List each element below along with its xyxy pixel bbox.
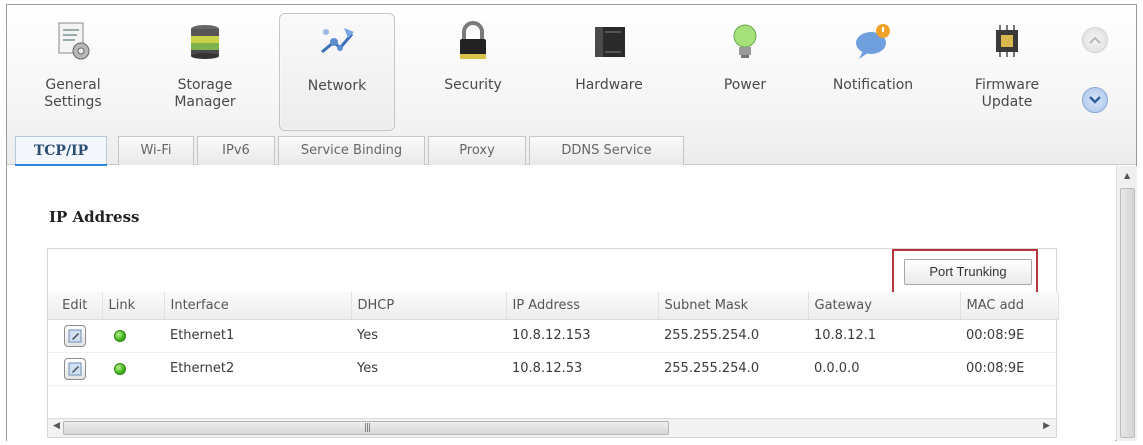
table-row: Ethernet1 Yes 10.8.12.153 255.255.254.0 … (48, 319, 1058, 353)
gateway-cell: 10.8.12.1 (808, 319, 960, 353)
tab-ipv6[interactable]: IPv6 (197, 136, 275, 165)
column-header-ip-address[interactable]: IP Address (506, 292, 659, 320)
column-header-interface[interactable]: Interface (164, 292, 352, 320)
tab-tcp-ip[interactable]: TCP/IP (15, 136, 107, 168)
toolbar-label: Hardware (575, 77, 643, 93)
dhcp-cell: Yes (351, 352, 506, 386)
horizontal-scrollbar[interactable]: ◀ ||| ▶ (48, 418, 1056, 437)
column-header-gateway[interactable]: Gateway (808, 292, 961, 320)
toolbar-scroll-up-button[interactable] (1082, 27, 1108, 53)
pencil-icon (68, 362, 82, 375)
dhcp-cell: Yes (351, 319, 506, 353)
toolbar-item-power[interactable]: Power (687, 13, 803, 131)
interface-cell: Ethernet2 (164, 352, 351, 386)
port-trunking-button[interactable]: Port Trunking (904, 259, 1032, 285)
table-row: Ethernet2 Yes 10.8.12.53 255.255.254.0 0… (48, 352, 1058, 386)
notification-bubble-icon (853, 21, 893, 61)
interface-cell: Ethernet1 (164, 319, 351, 353)
toolbar-item-network[interactable]: Network (279, 13, 395, 131)
subnet-mask-cell: 255.255.254.0 (658, 319, 808, 353)
subnet-mask-cell: 255.255.254.0 (658, 352, 808, 386)
toolbar-item-firmware-update[interactable]: Firmware Update (949, 13, 1065, 131)
tcp-ip-content: IP Address Port Trunking Edit Link Inter… (7, 166, 1115, 441)
edit-cell (48, 319, 102, 353)
toolbar-item-hardware[interactable]: Hardware (551, 13, 667, 131)
ip-address-panel: Port Trunking Edit Link Interface DHCP I… (47, 248, 1059, 438)
tab-proxy[interactable]: Proxy (428, 136, 526, 165)
padlock-icon (453, 21, 493, 61)
column-header-mac-address[interactable]: MAC add (960, 292, 1059, 320)
toolbar-item-general-settings[interactable]: General Settings (15, 13, 131, 131)
toolbar-item-security[interactable]: Security (415, 13, 531, 131)
toolbar-label: Security (444, 77, 502, 93)
scroll-left-arrow-icon[interactable]: ◀ (53, 421, 60, 431)
toolbar-label: Power (723, 77, 767, 93)
ip-address-cell: 10.8.12.153 (506, 319, 658, 353)
edit-button[interactable] (64, 324, 86, 347)
ip-address-cell: 10.8.12.53 (506, 352, 658, 386)
lightbulb-icon (725, 21, 765, 61)
column-header-subnet-mask[interactable]: Subnet Mask (658, 292, 809, 320)
table-header-row: Edit Link Interface DHCP IP Address Subn… (48, 292, 1059, 320)
tab-service-binding[interactable]: Service Binding (278, 136, 425, 165)
vertical-scrollbar[interactable]: ▲ (1116, 166, 1137, 441)
section-title: IP Address (49, 208, 140, 226)
toolbar-scroll-down-button[interactable] (1082, 87, 1108, 113)
network-icon (318, 22, 358, 62)
pencil-icon (68, 329, 82, 342)
link-cell (102, 352, 164, 386)
storage-manager-icon (185, 21, 225, 61)
firmware-chip-icon (987, 21, 1027, 61)
column-header-link[interactable]: Link (102, 292, 165, 320)
mac-address-cell: 00:08:9E (960, 352, 1058, 386)
toolbar-label: Network (307, 78, 367, 94)
vertical-scroll-thumb[interactable] (1120, 188, 1135, 438)
toolbar-label: Firmware Update (974, 77, 1040, 110)
tab-wi-fi[interactable]: Wi-Fi (118, 136, 194, 165)
edit-button[interactable] (64, 357, 86, 380)
tab-ddns-service[interactable]: DDNS Service (529, 136, 684, 165)
link-status-led-icon (114, 362, 126, 375)
column-header-edit[interactable]: Edit (48, 292, 103, 320)
edit-cell (48, 352, 102, 386)
horizontal-scroll-thumb[interactable]: ||| (63, 421, 669, 435)
toolbar-item-notification[interactable]: Notification (815, 13, 931, 131)
link-status-led-icon (114, 329, 126, 342)
toolbar-label: Notification (832, 77, 914, 93)
link-cell (102, 319, 164, 353)
scroll-up-arrow-icon[interactable]: ▲ (1124, 171, 1130, 180)
toolbar-label: Storage Manager (174, 77, 236, 110)
toolbar-item-storage-manager[interactable]: Storage Manager (147, 13, 263, 131)
gateway-cell: 0.0.0.0 (808, 352, 960, 386)
control-panel-window: General Settings Storage Manager Network… (6, 4, 1137, 441)
scroll-right-arrow-icon[interactable]: ▶ (1043, 421, 1050, 431)
hardware-icon (589, 21, 629, 61)
general-settings-icon (53, 21, 93, 61)
toolbar-label: General Settings (44, 77, 102, 110)
interface-table: Edit Link Interface DHCP IP Address Subn… (48, 292, 1059, 386)
mac-address-cell: 00:08:9E (960, 319, 1058, 353)
grip-icon: ||| (364, 423, 371, 433)
column-header-dhcp[interactable]: DHCP (351, 292, 507, 320)
